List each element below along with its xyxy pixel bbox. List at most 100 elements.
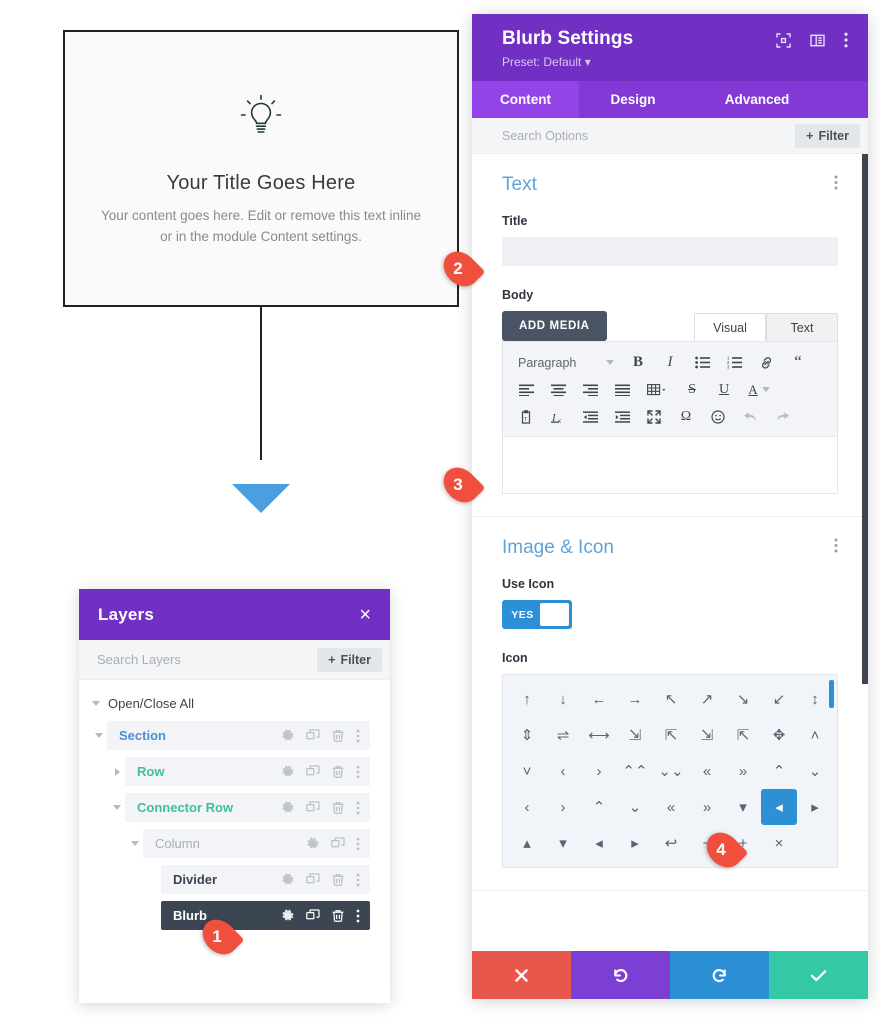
paste-as-text-icon[interactable]: T <box>512 404 540 429</box>
blurb-preview-card[interactable]: Your Title Goes Here Your content goes h… <box>63 30 459 307</box>
icon-option[interactable]: ↘ <box>725 681 761 717</box>
icon-option[interactable]: ▴ <box>509 825 545 861</box>
redo-icon[interactable] <box>768 404 796 429</box>
editor-tab-text[interactable]: Text <box>766 313 838 341</box>
icon-option[interactable]: ⇕ <box>509 717 545 753</box>
kebab-icon[interactable] <box>834 538 838 558</box>
icon-option[interactable]: ↖ <box>653 681 689 717</box>
layer-chip[interactable]: Row <box>125 757 370 786</box>
title-input[interactable] <box>502 237 838 266</box>
icon-option[interactable]: ‹ <box>509 789 545 825</box>
bulleted-list-icon[interactable] <box>688 350 716 375</box>
chevron-right-icon[interactable] <box>109 767 125 776</box>
duplicate-icon[interactable] <box>306 728 320 743</box>
icon-option[interactable]: ↕ <box>797 681 833 717</box>
icon-option[interactable]: ⌃ <box>761 753 797 789</box>
icon-option[interactable]: ⇱ <box>653 717 689 753</box>
table-row[interactable]: Section <box>91 721 378 750</box>
icon-option[interactable]: ↑ <box>509 681 545 717</box>
tab-advanced[interactable]: Advanced <box>687 81 827 118</box>
link-icon[interactable] <box>752 350 780 375</box>
kebab-icon[interactable] <box>356 873 360 887</box>
table-row[interactable]: Connector Row <box>91 793 378 822</box>
strikethrough-icon[interactable]: S <box>678 377 706 402</box>
icon-option[interactable]: « <box>689 753 725 789</box>
duplicate-icon[interactable] <box>306 764 320 779</box>
icon-option[interactable]: » <box>689 789 725 825</box>
align-justify-icon[interactable] <box>608 377 636 402</box>
icon-option[interactable]: ◂ <box>761 789 797 825</box>
kebab-icon[interactable] <box>356 729 360 743</box>
trash-icon[interactable] <box>331 909 345 923</box>
icon-option[interactable]: › <box>581 753 617 789</box>
cancel-button[interactable] <box>472 951 571 999</box>
table-row[interactable]: Divider <box>91 865 378 894</box>
icon-option[interactable]: ← <box>581 681 617 717</box>
icon-option[interactable]: ▾ <box>725 789 761 825</box>
outdent-icon[interactable] <box>576 404 604 429</box>
trash-icon[interactable] <box>331 729 345 743</box>
icon-option[interactable]: ✥ <box>761 717 797 753</box>
kebab-icon[interactable] <box>356 801 360 815</box>
icon-option[interactable]: ⇲ <box>617 717 653 753</box>
special-character-icon[interactable]: Ω <box>672 404 700 429</box>
search-options-input[interactable]: Search Options <box>502 129 588 143</box>
icon-option[interactable]: ▸ <box>797 789 833 825</box>
settings-filter-button[interactable]: + Filter <box>795 123 860 148</box>
kebab-icon[interactable] <box>356 765 360 779</box>
icon-option[interactable]: › <box>545 789 581 825</box>
layer-chip[interactable]: Column <box>143 829 370 858</box>
duplicate-icon[interactable] <box>331 836 345 851</box>
blockquote-icon[interactable]: “ <box>784 350 812 375</box>
icon-option[interactable]: ◂ <box>581 825 617 861</box>
layer-chip[interactable]: Blurb <box>161 901 370 930</box>
icon-option[interactable]: ▸ <box>617 825 653 861</box>
icon-option[interactable]: ⇲ <box>689 717 725 753</box>
gear-icon[interactable] <box>281 765 295 779</box>
bold-icon[interactable]: B <box>624 350 652 375</box>
icon-option[interactable]: ↓ <box>545 681 581 717</box>
align-left-icon[interactable] <box>512 377 540 402</box>
numbered-list-icon[interactable]: 123 <box>720 350 748 375</box>
icon-option[interactable]: ⌄ <box>617 789 653 825</box>
icon-option[interactable]: ⇱ <box>725 717 761 753</box>
align-right-icon[interactable] <box>576 377 604 402</box>
icon-option[interactable]: « <box>653 789 689 825</box>
layers-filter-button[interactable]: + Filter <box>317 647 382 672</box>
gear-icon[interactable] <box>281 729 295 743</box>
settings-scrollbar[interactable] <box>862 154 868 684</box>
close-icon[interactable]: × <box>359 605 371 625</box>
preset-selector[interactable]: Preset: Default ▾ <box>502 55 633 69</box>
icon-option[interactable]: ⌃⌃ <box>617 753 653 789</box>
undo-button[interactable] <box>571 951 670 999</box>
table-row[interactable]: Row <box>91 757 378 786</box>
table-icon[interactable] <box>640 377 674 402</box>
icon-option[interactable]: ⇌ <box>545 717 581 753</box>
icon-option[interactable]: ⟷ <box>581 717 617 753</box>
icon-option[interactable]: ‹ <box>545 753 581 789</box>
duplicate-icon[interactable] <box>306 800 320 815</box>
kebab-icon[interactable] <box>356 909 360 923</box>
gear-icon[interactable] <box>306 837 320 851</box>
underline-icon[interactable]: U <box>710 377 738 402</box>
clear-formatting-icon[interactable]: Ix <box>544 404 572 429</box>
icon-option[interactable]: ⌃ <box>581 789 617 825</box>
tab-content[interactable]: Content <box>472 81 579 118</box>
redo-button[interactable] <box>670 951 769 999</box>
trash-icon[interactable] <box>331 801 345 815</box>
layer-chip[interactable]: Divider <box>161 865 370 894</box>
icon-option[interactable]: ▾ <box>545 825 581 861</box>
format-select[interactable]: Paragraph <box>512 350 620 375</box>
add-media-button[interactable]: ADD MEDIA <box>502 311 607 341</box>
indent-icon[interactable] <box>608 404 636 429</box>
chevron-down-icon[interactable] <box>109 805 125 810</box>
tab-design[interactable]: Design <box>579 81 687 118</box>
trash-icon[interactable] <box>331 873 345 887</box>
fullscreen-icon[interactable] <box>640 404 668 429</box>
gear-icon[interactable] <box>281 801 295 815</box>
duplicate-icon[interactable] <box>306 908 320 923</box>
icon-option[interactable]: ˅ <box>509 753 545 789</box>
editor-tab-visual[interactable]: Visual <box>694 313 766 341</box>
icon-option[interactable]: ↩ <box>653 825 689 861</box>
icon-option[interactable]: ↗ <box>689 681 725 717</box>
